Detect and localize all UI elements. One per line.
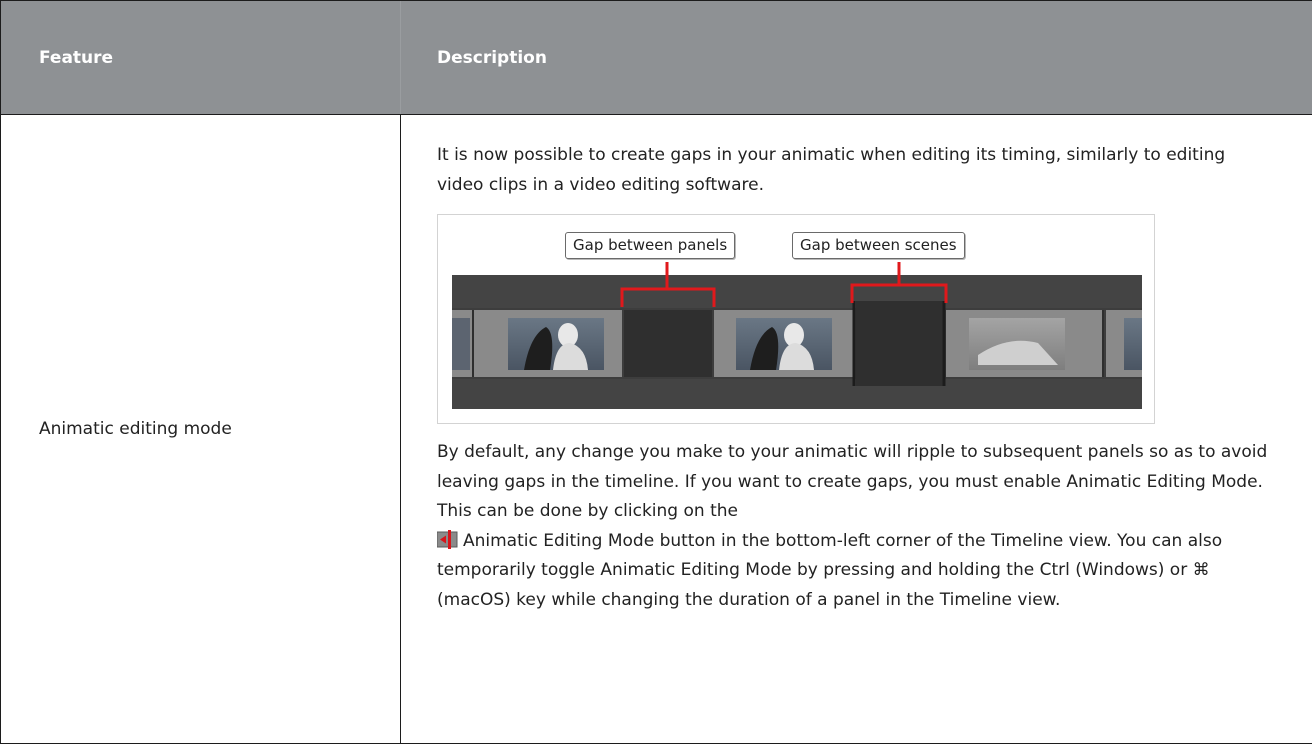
gap-between-scenes (856, 301, 944, 386)
header-description: Description (401, 1, 1312, 115)
feature-name-cell: Animatic editing mode (1, 115, 401, 744)
description-body: By default, any change you make to your … (437, 438, 1272, 615)
header-feature: Feature (1, 1, 401, 115)
feature-table: Feature Description Animatic editing mod… (0, 0, 1312, 744)
description-intro: It is now possible to create gaps in you… (437, 141, 1272, 200)
callout-gap-between-panels: Gap between panels (565, 232, 735, 259)
table-row: Animatic editing mode It is now possible… (1, 115, 1312, 744)
callout-gap-between-scenes: Gap between scenes (792, 232, 965, 259)
feature-name: Animatic editing mode (39, 419, 232, 439)
gap-between-panels (624, 310, 712, 377)
animatic-editing-mode-icon (437, 530, 459, 549)
timeline-gap-figure: Gap between panels Gap between scenes (437, 214, 1155, 424)
table-header-row: Feature Description (1, 1, 1312, 115)
description-cell: It is now possible to create gaps in you… (401, 115, 1312, 744)
